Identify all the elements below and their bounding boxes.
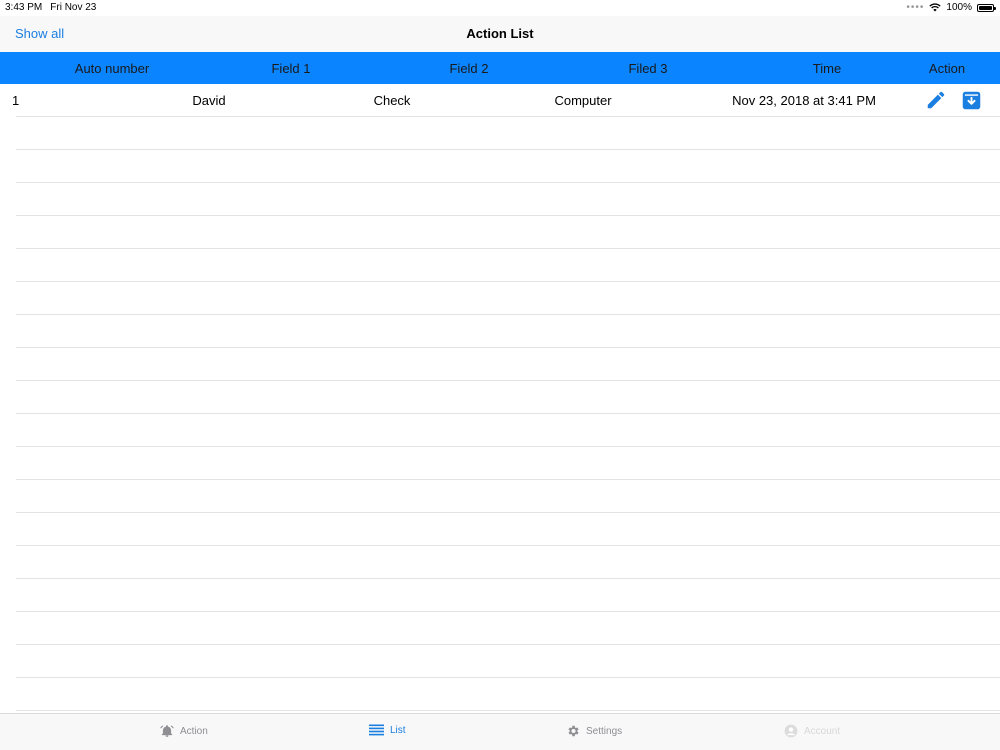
status-left: 3:43 PM Fri Nov 23 bbox=[5, 2, 96, 13]
cell-field-2: Check bbox=[373, 93, 411, 108]
empty-table-row bbox=[0, 645, 1000, 678]
status-time: 3:43 PM bbox=[5, 2, 43, 13]
column-header-auto-number: Auto number bbox=[74, 61, 150, 76]
tab-settings[interactable]: Settings bbox=[566, 724, 622, 738]
table-header: Auto number Field 1 Field 2 Filed 3 Time… bbox=[0, 52, 1000, 84]
tab-settings-label: Settings bbox=[586, 725, 623, 737]
battery-percent: 100% bbox=[946, 2, 972, 13]
battery-icon bbox=[977, 3, 996, 12]
tab-account[interactable]: Account bbox=[784, 724, 840, 738]
archive-download-icon[interactable] bbox=[961, 90, 982, 111]
empty-table-row bbox=[0, 117, 1000, 150]
empty-table-row bbox=[0, 447, 1000, 480]
signal-dots-icon: •••• bbox=[906, 1, 925, 13]
tab-action-label: Action bbox=[180, 725, 208, 737]
person-icon bbox=[784, 724, 798, 738]
wifi-icon bbox=[929, 3, 942, 12]
cell-field-1: David bbox=[192, 93, 226, 108]
empty-table-row bbox=[0, 348, 1000, 381]
show-all-button[interactable]: Show all bbox=[15, 26, 64, 41]
tab-bar: Action List Settings Account bbox=[0, 713, 1000, 750]
row-divider bbox=[16, 710, 1000, 711]
empty-table-row bbox=[0, 612, 1000, 645]
empty-table-row bbox=[0, 150, 1000, 183]
status-right: •••• 100% bbox=[906, 1, 996, 13]
empty-table-row bbox=[0, 579, 1000, 612]
gear-icon bbox=[568, 725, 579, 737]
navigation-bar: Action List Show all bbox=[0, 16, 1000, 52]
column-header-field-1: Field 1 bbox=[271, 61, 311, 76]
empty-table-row bbox=[0, 315, 1000, 348]
list-icon bbox=[369, 724, 384, 736]
battery-fill bbox=[979, 5, 992, 10]
tab-account-label: Account bbox=[804, 725, 841, 737]
empty-table-row bbox=[0, 282, 1000, 315]
tab-action[interactable]: Action bbox=[160, 724, 208, 738]
empty-table-row bbox=[0, 381, 1000, 414]
empty-table-row bbox=[0, 546, 1000, 579]
column-header-time: Time bbox=[812, 61, 842, 76]
column-header-field-3: Filed 3 bbox=[628, 61, 668, 76]
cell-field-3: Computer bbox=[554, 93, 612, 108]
column-header-field-2: Field 2 bbox=[449, 61, 489, 76]
table-row[interactable]: 1 David Check Computer Nov 23, 2018 at 3… bbox=[0, 84, 1000, 117]
edit-pencil-icon[interactable] bbox=[925, 89, 947, 111]
cell-auto-number: 1 bbox=[12, 93, 20, 108]
empty-table-row bbox=[0, 513, 1000, 546]
tab-list-label: List bbox=[390, 724, 406, 736]
status-date: Fri Nov 23 bbox=[50, 2, 97, 13]
column-header-action: Action bbox=[928, 61, 966, 76]
page-title: Action List bbox=[466, 26, 534, 41]
empty-table-row bbox=[0, 249, 1000, 282]
empty-table-row bbox=[0, 183, 1000, 216]
empty-table-row bbox=[0, 216, 1000, 249]
empty-table-row bbox=[0, 480, 1000, 513]
empty-table-row bbox=[0, 678, 1000, 711]
cell-time: Nov 23, 2018 at 3:41 PM bbox=[732, 93, 876, 108]
tab-list[interactable]: List bbox=[369, 724, 406, 736]
alarm-bell-icon bbox=[160, 725, 174, 737]
empty-table-row bbox=[0, 414, 1000, 447]
status-bar: 3:43 PM Fri Nov 23 •••• 100% bbox=[0, 0, 1000, 16]
